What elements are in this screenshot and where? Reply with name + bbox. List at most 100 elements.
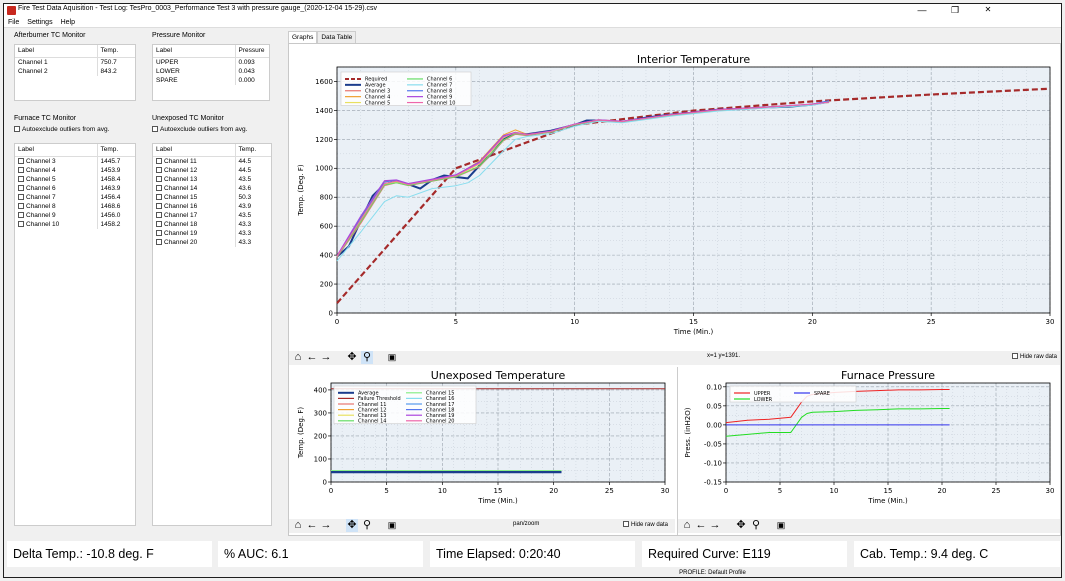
tab-graphs[interactable]: Graphs <box>288 31 318 43</box>
channel-checkbox[interactable] <box>156 194 162 200</box>
autoexclude-checkbox[interactable] <box>152 126 158 132</box>
maximize-button[interactable]: ❐ <box>940 4 970 17</box>
channel-checkbox[interactable] <box>18 194 24 200</box>
home-icon[interactable]: ⌂ <box>292 519 304 532</box>
pan-icon[interactable]: ✥ <box>346 519 358 532</box>
table-row[interactable]: Channel 20 43.3 <box>153 238 271 247</box>
hide-raw-data-toggle[interactable]: Hide raw data <box>623 521 668 528</box>
pan-icon[interactable]: ✥ <box>735 519 747 532</box>
table-row[interactable]: Channel 12 44.5 <box>153 166 271 175</box>
table-row[interactable]: Channel 8 1468.6 <box>15 202 135 211</box>
furnace-autoexclude[interactable]: Autoexclude outliers from avg. <box>14 126 109 133</box>
unexposed-temperature-chart[interactable]: 0 5 10 15 20 25 300100200300400Unexposed Tempe… <box>289 367 675 517</box>
channel-checkbox[interactable] <box>156 230 162 236</box>
col-label[interactable]: Label <box>15 45 97 58</box>
table-row[interactable]: LOWER 0.043 <box>153 67 269 76</box>
save-icon[interactable]: ▣ <box>386 519 398 532</box>
y-tick-label: 100 <box>314 455 327 463</box>
channel-checkbox[interactable] <box>18 221 24 227</box>
channel-checkbox[interactable] <box>18 212 24 218</box>
home-icon[interactable]: ⌂ <box>681 519 693 532</box>
table-row[interactable]: Channel 6 1463.9 <box>15 184 135 193</box>
channel-temp: 1456.4 <box>96 193 135 202</box>
channel-checkbox[interactable] <box>156 167 162 173</box>
back-arrow-icon[interactable]: ← <box>695 519 707 532</box>
table-row[interactable]: Channel 10 1458.2 <box>15 220 135 229</box>
table-row[interactable]: UPPER 0.093 <box>153 57 269 67</box>
channel-checkbox[interactable] <box>156 203 162 209</box>
channel-checkbox[interactable] <box>18 176 24 182</box>
channel-checkbox[interactable] <box>156 221 162 227</box>
chart-divider <box>677 367 678 535</box>
minimize-button[interactable]: — <box>907 4 937 17</box>
y-tick-label: -0.15 <box>704 478 722 486</box>
forward-arrow-icon[interactable]: → <box>709 519 721 532</box>
table-row[interactable]: Channel 7 1456.4 <box>15 193 135 202</box>
y-tick-label: -0.10 <box>704 459 722 467</box>
home-icon[interactable]: ⌂ <box>292 351 304 364</box>
table-row[interactable]: Channel 13 43.5 <box>153 175 271 184</box>
channel-checkbox[interactable] <box>156 212 162 218</box>
zoom-icon[interactable]: ⚲ <box>361 351 373 364</box>
tab-data-table[interactable]: Data Table <box>317 31 357 43</box>
table-row[interactable]: Channel 16 43.9 <box>153 202 271 211</box>
table-row[interactable]: Channel 17 43.5 <box>153 211 271 220</box>
channel-checkbox[interactable] <box>18 158 24 164</box>
col-pressure[interactable]: Pressure <box>234 45 269 58</box>
close-button[interactable]: ✕ <box>973 4 1003 17</box>
table-row[interactable]: Channel 4 1453.9 <box>15 166 135 175</box>
menu-bar: File Settings Help <box>4 17 1061 28</box>
x-tick-label: 30 <box>1046 487 1055 495</box>
unexposed-autoexclude[interactable]: Autoexclude outliers from avg. <box>152 126 247 133</box>
table-row[interactable]: Channel 1 750.7 <box>15 57 135 67</box>
autoexclude-checkbox[interactable] <box>14 126 20 132</box>
forward-arrow-icon[interactable]: → <box>320 351 332 364</box>
channel-checkbox[interactable] <box>156 239 162 245</box>
forward-arrow-icon[interactable]: → <box>320 519 332 532</box>
table-row[interactable]: Channel 15 50.3 <box>153 193 271 202</box>
channel-checkbox[interactable] <box>18 185 24 191</box>
channel-checkbox[interactable] <box>156 185 162 191</box>
table-row[interactable]: Channel 19 43.3 <box>153 229 271 238</box>
table-row[interactable]: Channel 2 843.2 <box>15 67 135 76</box>
table-row[interactable]: Channel 18 43.3 <box>153 220 271 229</box>
back-arrow-icon[interactable]: ← <box>306 351 318 364</box>
y-tick-label: 1600 <box>315 78 333 86</box>
furnace-pressure-chart[interactable]: 0 5 10 15 20 25 30 -0.15 -0.10 -0.05 0.00 0.05 0.10 F… <box>678 367 1060 517</box>
x-tick-label: 0 <box>724 487 728 495</box>
table-row[interactable]: Channel 5 1458.4 <box>15 175 135 184</box>
col-temp[interactable]: Temp. <box>96 144 135 157</box>
hide-raw-data-toggle[interactable]: Hide raw data <box>1012 353 1057 360</box>
save-icon[interactable]: ▣ <box>386 351 398 364</box>
channel-checkbox[interactable] <box>156 176 162 182</box>
menu-file[interactable]: File <box>4 17 23 28</box>
menu-help[interactable]: Help <box>57 17 79 28</box>
table-row[interactable]: Channel 3 1445.7 <box>15 156 135 166</box>
channel-checkbox[interactable] <box>18 167 24 173</box>
col-label[interactable]: Label <box>153 144 235 157</box>
col-label[interactable]: Label <box>15 144 97 157</box>
col-label[interactable]: Label <box>153 45 235 58</box>
cursor-coords: x=1 y=1391. <box>707 353 741 359</box>
col-temp[interactable]: Temp. <box>234 144 271 157</box>
hide-raw-checkbox[interactable] <box>623 521 629 527</box>
col-temp[interactable]: Temp. <box>96 45 135 58</box>
channel-checkbox[interactable] <box>18 203 24 209</box>
menu-settings[interactable]: Settings <box>23 17 56 28</box>
zoom-icon[interactable]: ⚲ <box>361 519 373 532</box>
pan-icon[interactable]: ✥ <box>346 351 358 364</box>
table-row[interactable]: SPARE 0.000 <box>153 76 269 85</box>
y-tick-label: 200 <box>314 432 327 440</box>
x-tick-label: 30 <box>1046 318 1055 326</box>
zoom-icon[interactable]: ⚲ <box>750 519 762 532</box>
save-icon[interactable]: ▣ <box>775 519 787 532</box>
table-row[interactable]: Channel 9 1456.0 <box>15 211 135 220</box>
channel-checkbox[interactable] <box>156 158 162 164</box>
back-arrow-icon[interactable]: ← <box>306 519 318 532</box>
interior-temperature-chart[interactable]: 0 5 10 15 20 25 30 0 200 400 600 800 1000 1200 1400 160… <box>289 44 1060 349</box>
title-bar[interactable]: Fire Test Data Aquisition - Test Log: Te… <box>4 4 1061 17</box>
channel-label: Channel 10 <box>26 221 60 228</box>
hide-raw-checkbox[interactable] <box>1012 353 1018 359</box>
table-row[interactable]: Channel 11 44.5 <box>153 156 271 166</box>
table-row[interactable]: Channel 14 43.6 <box>153 184 271 193</box>
